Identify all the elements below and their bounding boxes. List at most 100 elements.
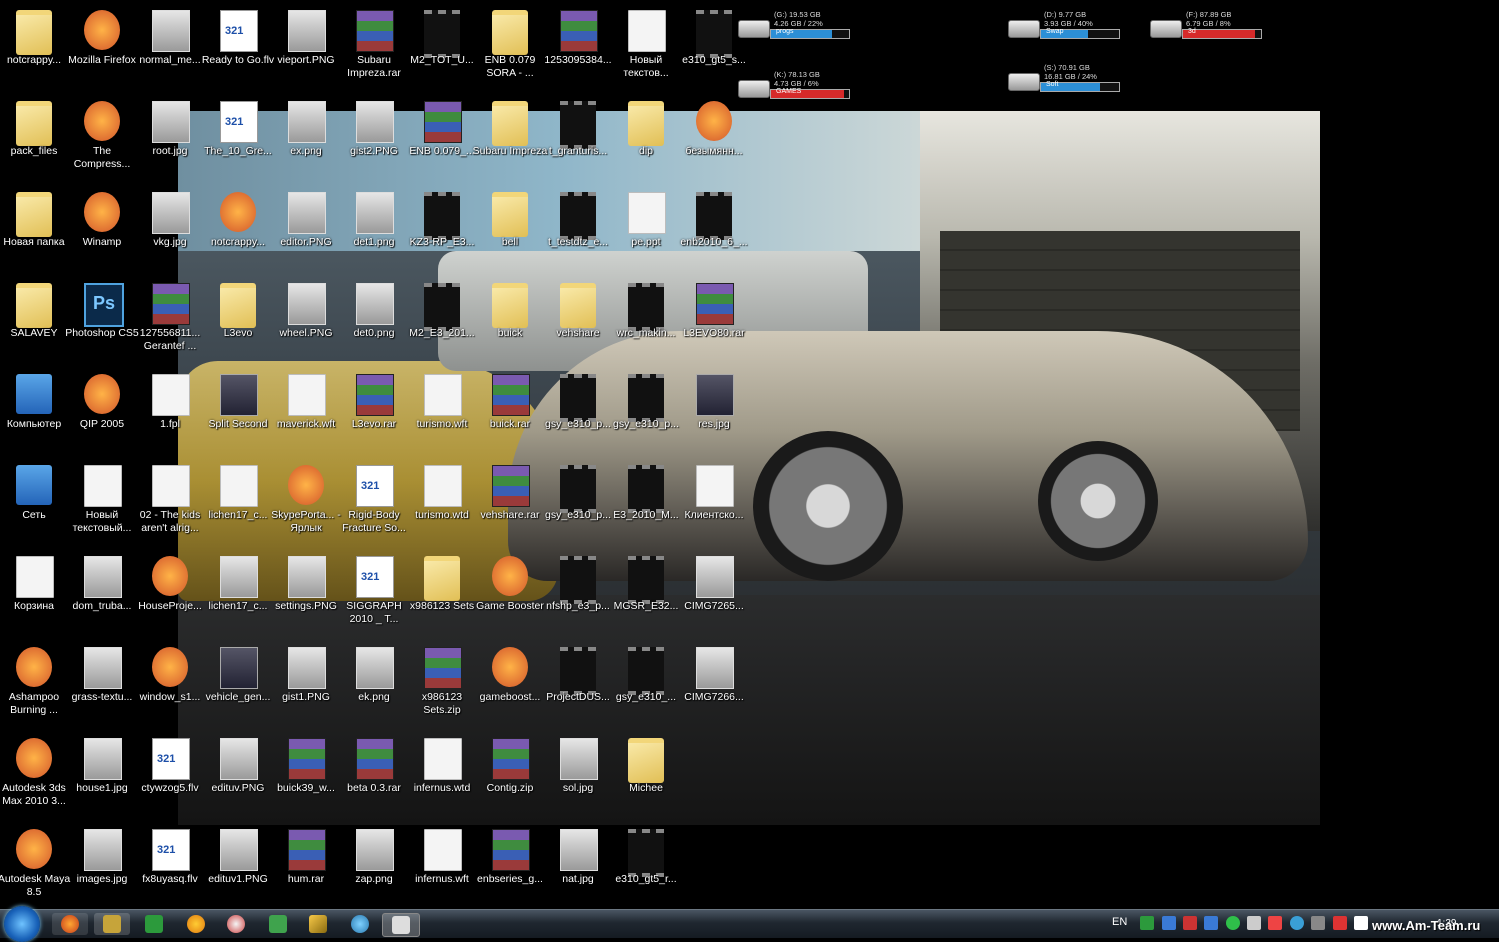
- desktop-icon[interactable]: res.jpg: [680, 370, 748, 456]
- desktop-icon[interactable]: CIMG7266...: [680, 643, 748, 729]
- desktop-icon[interactable]: editor.PNG: [272, 188, 340, 274]
- desktop-icon[interactable]: bell: [476, 188, 544, 274]
- desktop-icon[interactable]: SALAVEY: [0, 279, 68, 365]
- desktop-icon[interactable]: window_s1...: [136, 643, 204, 729]
- desktop-icon[interactable]: безымянн...: [680, 97, 748, 183]
- desktop-icon[interactable]: house1.jpg: [68, 734, 136, 820]
- desktop-icon[interactable]: normal_me...: [136, 6, 204, 92]
- desktop-icon[interactable]: edituv1.PNG: [204, 825, 272, 911]
- desktop-icon[interactable]: Новый текстов...: [612, 6, 680, 92]
- taskbar-active-window[interactable]: [382, 913, 420, 937]
- desktop-icon[interactable]: wheel.PNG: [272, 279, 340, 365]
- desktop-icon[interactable]: det1.png: [340, 188, 408, 274]
- desktop-icon[interactable]: Ps Photoshop CS5: [65, 279, 139, 365]
- desktop-icon[interactable]: enb2010_6_...: [680, 188, 748, 274]
- taskbar-winamp[interactable]: [300, 913, 336, 935]
- taskbar-media[interactable]: [94, 913, 130, 935]
- desktop-icon[interactable]: ENB 0.079_...: [408, 97, 476, 183]
- desktop-icon[interactable]: buick.rar: [476, 370, 544, 456]
- desktop-icon[interactable]: gsy_e310_...: [612, 643, 680, 729]
- desktop-icon[interactable]: det0.png: [340, 279, 408, 365]
- desktop-icon[interactable]: vehshare: [544, 279, 612, 365]
- desktop-icon[interactable]: settings.PNG: [272, 552, 340, 638]
- desktop-icon[interactable]: Michee: [612, 734, 680, 820]
- desktop-icon[interactable]: dom_truba...: [68, 552, 136, 638]
- desktop-icon[interactable]: Autodesk 3ds Max 2010 3...: [0, 734, 68, 820]
- desktop-icon[interactable]: L3evo: [204, 279, 272, 365]
- desktop-icon[interactable]: Новый текстовый...: [68, 461, 136, 547]
- desktop-icon[interactable]: L3evo.rar: [340, 370, 408, 456]
- taskbar-green-app[interactable]: [136, 913, 172, 935]
- desktop-icon[interactable]: vieport.PNG: [272, 6, 340, 92]
- desktop-icon[interactable]: beta 0.3.rar: [340, 734, 408, 820]
- desktop-icon[interactable]: maverick.wft: [272, 370, 340, 456]
- tray-icon-4[interactable]: [1204, 916, 1218, 930]
- desktop-icon[interactable]: Split Second: [204, 370, 272, 456]
- desktop-icon[interactable]: notcrappy...: [0, 6, 68, 92]
- desktop-icon[interactable]: edituv.PNG: [204, 734, 272, 820]
- tray-icon-1[interactable]: [1140, 916, 1154, 930]
- desktop-icon[interactable]: Autodesk Maya 8.5: [0, 825, 70, 911]
- tray-icon-10[interactable]: [1333, 916, 1347, 930]
- desktop-icon[interactable]: Сеть: [0, 461, 68, 547]
- desktop-icon[interactable]: lichen17_c...: [204, 461, 272, 547]
- desktop-icon[interactable]: E3_2010_M...: [612, 461, 680, 547]
- desktop-icon[interactable]: Клиентско...: [680, 461, 748, 547]
- taskbar-globe-app[interactable]: [218, 913, 254, 935]
- desktop-icon[interactable]: SIGGRAPH 2010 _ T...: [340, 552, 408, 638]
- desktop-icon[interactable]: ENB 0.079 SORA - ...: [476, 6, 544, 92]
- desktop-icon[interactable]: gsy_e310_p...: [544, 370, 612, 456]
- desktop-icon[interactable]: Subaru Impreza: [473, 97, 547, 183]
- desktop-icon[interactable]: 02 - The kids aren't alrig...: [136, 461, 204, 547]
- desktop-icon[interactable]: buick: [476, 279, 544, 365]
- tray-icon-5[interactable]: [1226, 916, 1240, 930]
- desktop-icon[interactable]: 127556811... Gerantef ...: [136, 279, 204, 365]
- tray-icon-7[interactable]: [1268, 916, 1282, 930]
- desktop-icon[interactable]: e310_gt5_r...: [612, 825, 680, 911]
- desktop-icon[interactable]: 1253095384...: [544, 6, 612, 92]
- desktop-icon[interactable]: L3EVO80.rar: [680, 279, 748, 365]
- tray-icon-8[interactable]: [1290, 916, 1304, 930]
- desktop-icon[interactable]: M2_E3_201...: [408, 279, 476, 365]
- desktop-icon[interactable]: Winamp: [68, 188, 136, 274]
- desktop-icon[interactable]: lichen17_c...: [204, 552, 272, 638]
- desktop-icon[interactable]: Game Booster: [476, 552, 544, 638]
- desktop-icon[interactable]: nat.jpg: [544, 825, 612, 911]
- taskbar-firefox[interactable]: [52, 913, 88, 935]
- desktop-icon[interactable]: SkypePorta... - Ярлык: [271, 461, 341, 547]
- desktop-icon[interactable]: vkg.jpg: [136, 188, 204, 274]
- desktop-icon[interactable]: hum.rar: [272, 825, 340, 911]
- desktop-icon[interactable]: t_testdtz_e...: [544, 188, 612, 274]
- desktop-icon[interactable]: x986123 Sets: [408, 552, 476, 638]
- desktop-icon[interactable]: KZ3-RP_E3...: [408, 188, 476, 274]
- taskbar-yandex[interactable]: [260, 913, 296, 935]
- desktop-icon[interactable]: buick39_w...: [272, 734, 340, 820]
- desktop-icon[interactable]: ProjectDUS...: [544, 643, 612, 729]
- desktop-icon[interactable]: ex.png: [272, 97, 340, 183]
- tray-icon-2[interactable]: [1162, 916, 1176, 930]
- desktop-icon[interactable]: Mozilla Firefox: [68, 6, 136, 92]
- tray-icon-9[interactable]: [1311, 916, 1325, 930]
- desktop-icon[interactable]: pack_files: [0, 97, 68, 183]
- desktop-icon[interactable]: CIMG7265...: [680, 552, 748, 638]
- desktop-icon[interactable]: gsy_e310_p...: [612, 370, 680, 456]
- desktop-icon[interactable]: grass-textu...: [68, 643, 136, 729]
- tray-icon-11[interactable]: [1354, 916, 1368, 930]
- desktop-icon[interactable]: fx8uyasq.flv: [136, 825, 204, 911]
- desktop-icon[interactable]: Contig.zip: [476, 734, 544, 820]
- desktop-icon[interactable]: pe.ppt: [612, 188, 680, 274]
- desktop-icon[interactable]: gist1.PNG: [272, 643, 340, 729]
- desktop-icon[interactable]: sol.jpg: [544, 734, 612, 820]
- desktop-icon[interactable]: QIP 2005: [68, 370, 136, 456]
- desktop-icon[interactable]: notcrappy...: [204, 188, 272, 274]
- desktop-icon[interactable]: Subaru Impreza.rar: [340, 6, 408, 92]
- desktop-icon[interactable]: vehicle_gen...: [204, 643, 272, 729]
- desktop-icon[interactable]: root.jpg: [136, 97, 204, 183]
- desktop-icon[interactable]: gist2.PNG: [340, 97, 408, 183]
- desktop-icon[interactable]: x986123 Sets.zip: [408, 643, 476, 729]
- desktop-icon[interactable]: infernus.wft: [408, 825, 476, 911]
- desktop-icon[interactable]: Новая папка: [0, 188, 68, 274]
- taskbar-people[interactable]: [342, 913, 378, 935]
- desktop-icon[interactable]: Rigid-Body Fracture So...: [340, 461, 408, 547]
- desktop-icon[interactable]: zap.png: [340, 825, 408, 911]
